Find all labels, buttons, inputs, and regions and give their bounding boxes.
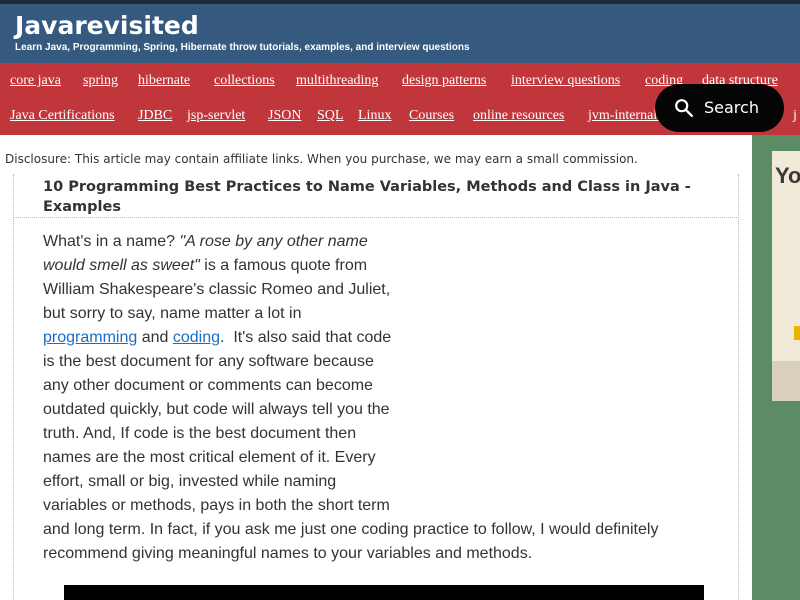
affiliate-disclosure: Disclosure: This article may contain aff… — [5, 152, 638, 166]
search-icon — [675, 99, 693, 117]
nav-link-multithreading[interactable]: multithreading — [296, 73, 378, 89]
nav-link-jdbc[interactable]: JDBC — [138, 108, 172, 124]
sidebar-ad-graphic — [772, 361, 800, 401]
nav-link-collections[interactable]: collections — [214, 73, 275, 89]
body-line: What's in a name? "A rose by any other n… — [43, 230, 723, 254]
sidebar-ad-text: Yo — [775, 163, 800, 188]
body-line: and long term. In fact, if you ask me ju… — [43, 521, 659, 538]
nav-link-core-java[interactable]: core java — [10, 73, 61, 89]
post-body: What's in a name? "A rose by any other n… — [43, 230, 723, 566]
nav-link-hibernate[interactable]: hibernate — [138, 73, 190, 89]
body-line: truth. And, If code is the best document… — [43, 425, 357, 442]
body-line: names are the most critical element of i… — [43, 449, 376, 466]
body-line: William Shakespeare's classic Romeo and … — [43, 281, 391, 298]
shakespeare-quote: "A rose by any other name — [179, 233, 368, 250]
nav-link-json[interactable]: JSON — [268, 108, 301, 124]
nav-link-online-resources[interactable]: online resources — [473, 108, 564, 124]
sidebar: Yo — [752, 135, 800, 600]
body-text: . It's also said that code — [220, 329, 392, 346]
search-button[interactable]: Search — [655, 84, 784, 132]
body-line: outdated quickly, but code will always t… — [43, 401, 390, 418]
body-line: but sorry to say, name matter a lot in — [43, 305, 302, 322]
nav-link-courses[interactable]: Courses — [409, 108, 454, 124]
body-line: is the best document for any software be… — [43, 353, 374, 370]
main-content: Disclosure: This article may contain aff… — [0, 135, 752, 600]
nav-link-jsp-servlet[interactable]: jsp-servlet — [187, 108, 245, 124]
nav-link-spring[interactable]: spring — [83, 73, 118, 89]
search-label: Search — [704, 98, 759, 117]
nav-link-truncated[interactable]: j — [793, 108, 797, 124]
shakespeare-quote: would smell as sweet" — [43, 257, 200, 274]
body-line: variables or methods, pays in both the s… — [43, 497, 390, 514]
body-text: is a famous quote from — [199, 257, 368, 274]
post-title-divider — [13, 217, 739, 218]
body-line: would smell as sweet" is a famous quote … — [43, 254, 723, 278]
nav-link-jvm-internals[interactable]: jvm-internals — [588, 108, 663, 124]
nav-link-interview-questions[interactable]: interview questions — [511, 73, 620, 89]
nav-link-linux[interactable]: Linux — [358, 108, 391, 124]
nav-link-java-certifications[interactable]: Java Certifications — [10, 108, 115, 124]
site-title[interactable]: Javarevisited — [15, 11, 199, 40]
body-line: effort, small or big, invested while nam… — [43, 473, 337, 490]
body-text: and — [137, 329, 173, 346]
post-title: 10 Programming Best Practices to Name Va… — [43, 179, 691, 215]
body-line: programming and coding. It's also said t… — [43, 326, 723, 350]
body-line: any other document or comments can becom… — [43, 377, 373, 394]
coding-link[interactable]: coding — [173, 329, 220, 346]
body-text: What's in a name? — [43, 233, 180, 250]
programming-link[interactable]: programming — [43, 329, 137, 346]
site-header: Javarevisited Learn Java, Programming, S… — [0, 4, 800, 63]
embedded-media[interactable] — [64, 585, 704, 600]
nav-link-sql[interactable]: SQL — [317, 108, 343, 124]
sidebar-ad-graphic — [794, 326, 800, 340]
nav-link-design-patterns[interactable]: design patterns — [402, 73, 486, 89]
body-line: recommend giving meaningful names to you… — [43, 545, 533, 562]
sidebar-ad-banner[interactable]: Yo — [772, 151, 800, 401]
site-tagline: Learn Java, Programming, Spring, Hiberna… — [15, 42, 470, 53]
